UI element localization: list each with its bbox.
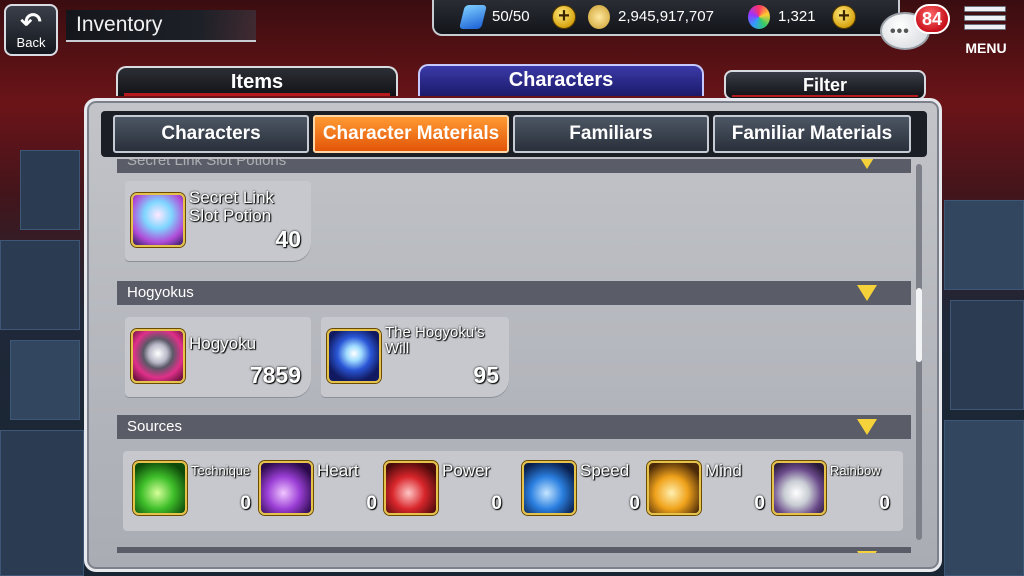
subtab-characters[interactable]: Characters	[113, 115, 309, 153]
back-label: Back	[16, 35, 46, 50]
hogyoku-will-icon	[327, 329, 381, 383]
page-title-bar: Inventory	[66, 10, 256, 42]
filter-button[interactable]: Filter	[724, 70, 926, 100]
potion-icon	[131, 193, 185, 247]
section-header-next[interactable]	[117, 547, 911, 553]
source-power[interactable]: Power 0	[384, 461, 508, 521]
expand-triangle-icon	[857, 285, 877, 301]
stamina-icon	[459, 5, 487, 29]
source-speed[interactable]: Speed 0	[522, 461, 646, 521]
menu-label: MENU	[965, 40, 1007, 56]
inventory-panel: Characters Character Materials Familiars…	[84, 98, 942, 572]
source-heart[interactable]: Heart 0	[259, 461, 383, 521]
technique-source-icon	[133, 461, 187, 515]
subtab-familiar-materials[interactable]: Familiar Materials	[713, 115, 911, 153]
chat-button[interactable]: ••• 84	[880, 4, 950, 56]
back-button[interactable]: ↶ Back	[4, 4, 58, 56]
section-header-potions[interactable]: Secret Link Slot Potions	[117, 159, 911, 173]
orb-counter: 1,321	[748, 4, 828, 30]
power-source-icon	[384, 461, 438, 515]
expand-triangle-icon	[857, 159, 877, 169]
tab-items[interactable]: Items	[116, 66, 398, 96]
item-quantity: 95	[473, 362, 499, 388]
list-item[interactable]: Secret Link Slot Potion 40	[125, 181, 311, 261]
scrollbar-thumb[interactable]	[916, 288, 922, 362]
speed-source-icon	[522, 461, 576, 515]
subtab-bar: Characters Character Materials Familiars…	[101, 111, 927, 157]
coin-counter: 2,945,917,707	[588, 4, 738, 30]
subtab-character-materials[interactable]: Character Materials	[313, 115, 509, 153]
list-item[interactable]: The Hogyoku's Will 95	[321, 317, 509, 397]
add-orbs-button[interactable]: +	[832, 5, 856, 29]
heart-source-icon	[259, 461, 313, 515]
orb-icon	[748, 5, 770, 29]
menu-button[interactable]: MENU	[958, 4, 1014, 56]
coin-icon	[588, 5, 610, 29]
mind-source-icon	[647, 461, 701, 515]
notification-badge: 84	[914, 4, 950, 34]
item-quantity: 40	[275, 226, 301, 252]
source-technique[interactable]: Technique 0	[133, 461, 257, 521]
hamburger-icon	[964, 6, 1006, 34]
scrollbar[interactable]	[916, 164, 922, 540]
sources-row: Technique 0 Heart 0 Power 0 Speed 0 Mind	[123, 451, 903, 531]
item-quantity: 7859	[249, 362, 301, 388]
subtab-familiars[interactable]: Familiars	[513, 115, 709, 153]
section-header-sources[interactable]: Sources	[117, 415, 911, 439]
source-mind[interactable]: Mind 0	[647, 461, 771, 521]
tab-characters[interactable]: Characters	[418, 64, 704, 96]
expand-triangle-icon	[857, 551, 877, 553]
stamina-counter: 50/50	[459, 4, 542, 30]
source-rainbow[interactable]: Rainbow 0	[772, 461, 896, 521]
add-stamina-button[interactable]: +	[552, 5, 576, 29]
list-item[interactable]: Hogyoku 7859	[125, 317, 311, 397]
page-title: Inventory	[76, 13, 163, 36]
resource-bar: 50/50 + 2,945,917,707 1,321 +	[432, 0, 900, 36]
materials-list[interactable]: Secret Link Slot Potions Secret Link Slo…	[115, 159, 915, 553]
back-arrow-icon: ↶	[20, 7, 42, 37]
expand-triangle-icon	[857, 419, 877, 435]
rainbow-source-icon	[772, 461, 826, 515]
hogyoku-icon	[131, 329, 185, 383]
section-header-hogyokus[interactable]: Hogyokus	[117, 281, 911, 305]
